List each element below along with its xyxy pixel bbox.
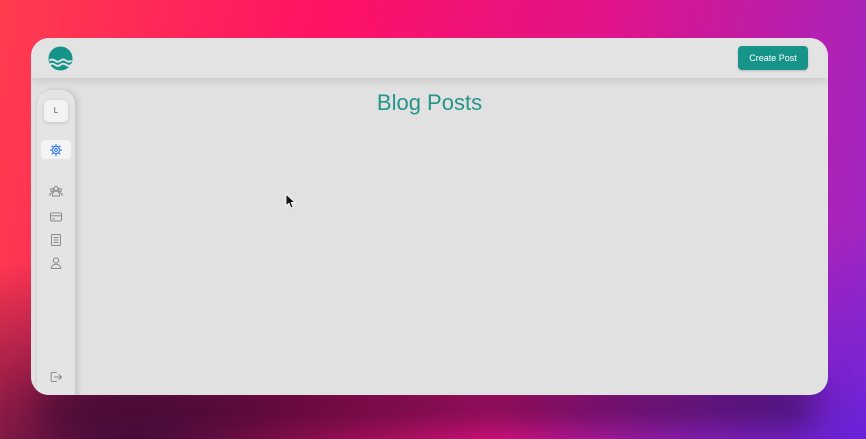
- page-title: Blog Posts: [376, 90, 483, 115]
- credit-card-icon[interactable]: [49, 210, 63, 224]
- app-window: Create Post L Blog Posts: [31, 38, 828, 395]
- top-navbar: Create Post: [31, 38, 828, 78]
- waves-logo-icon[interactable]: [48, 46, 73, 71]
- mouse-cursor-icon: [285, 193, 297, 209]
- create-post-button[interactable]: Create Post: [738, 46, 808, 70]
- document-icon[interactable]: [49, 233, 63, 247]
- sidebar-item-settings[interactable]: [41, 140, 71, 159]
- logout-icon[interactable]: [49, 370, 63, 384]
- settings-icon: [49, 143, 63, 157]
- sidebar: L: [37, 90, 75, 395]
- users-icon[interactable]: [49, 184, 63, 198]
- user-icon[interactable]: [49, 256, 63, 270]
